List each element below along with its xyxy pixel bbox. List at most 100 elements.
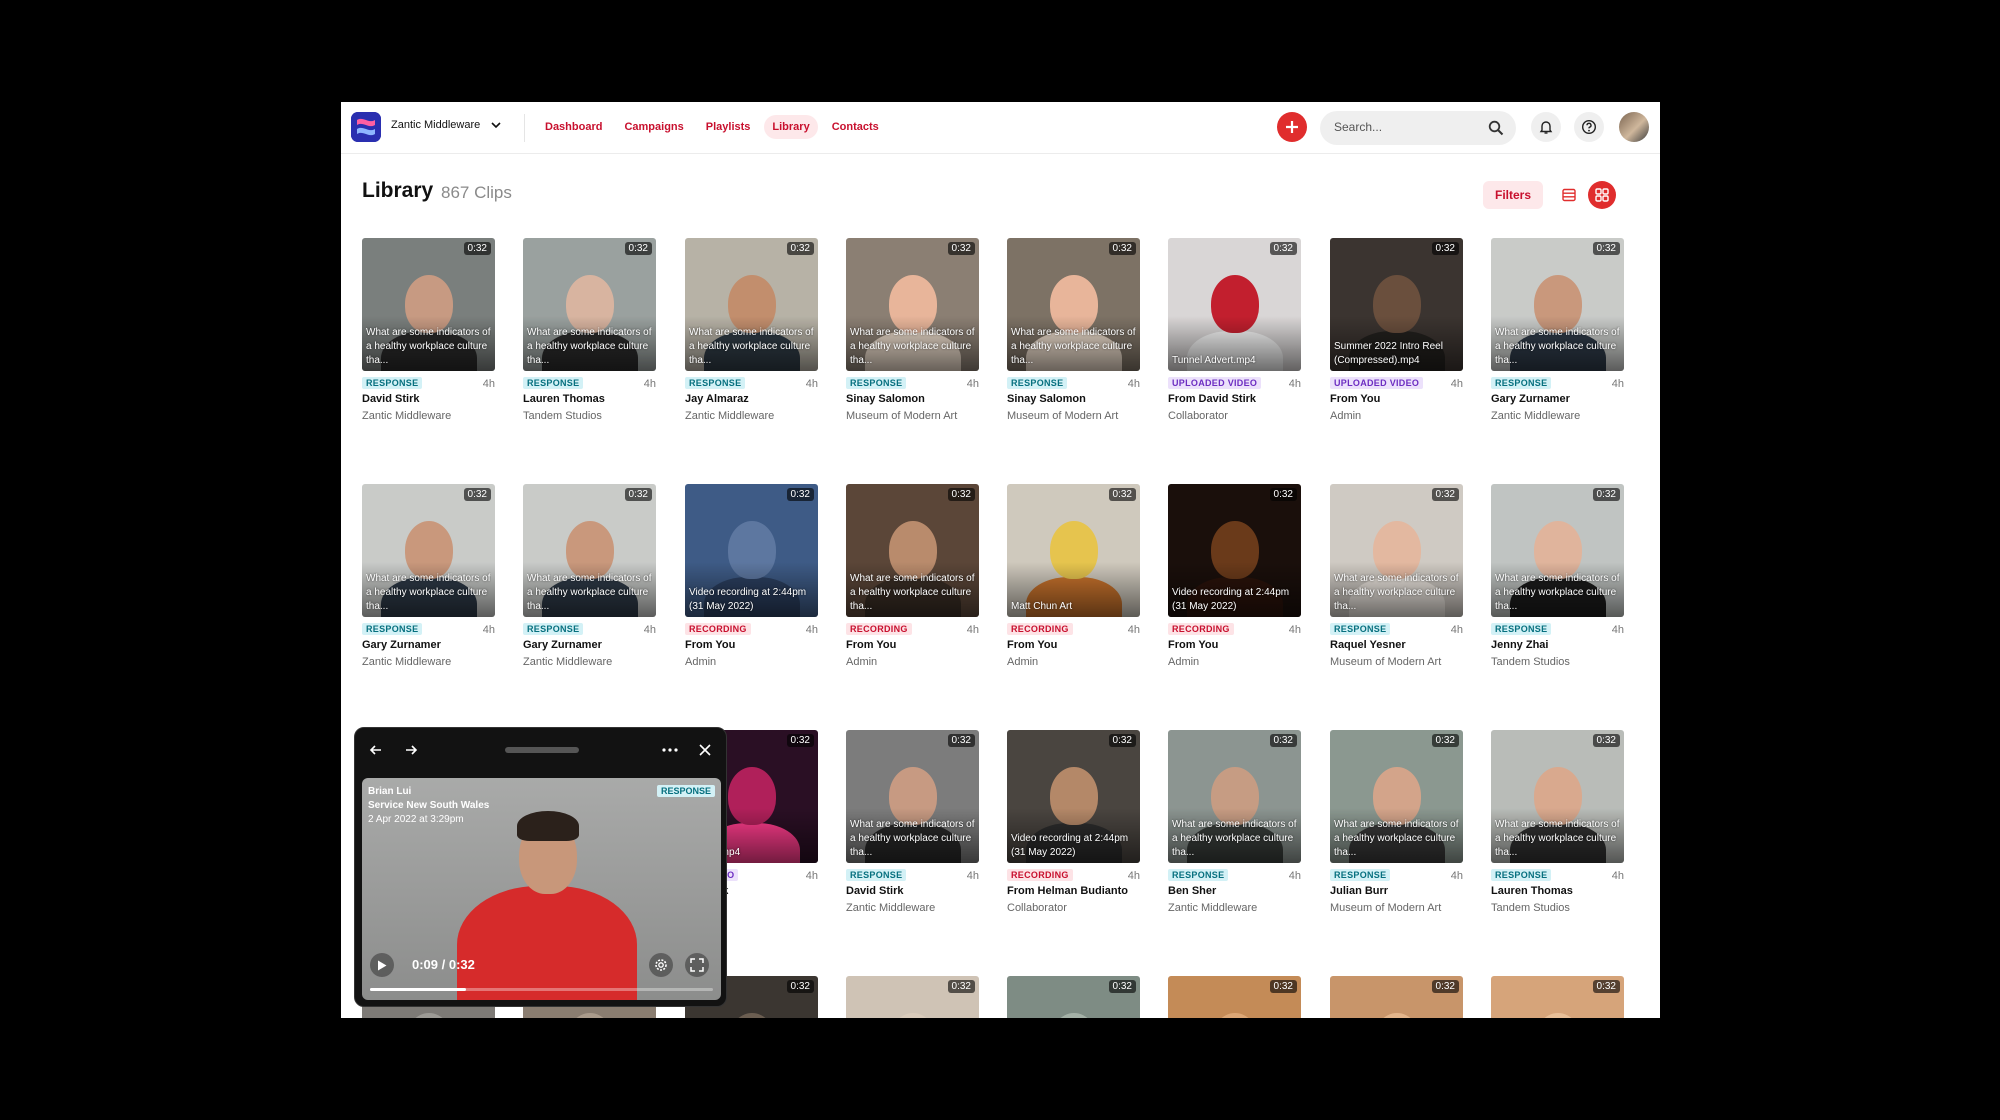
play-button[interactable] [370, 953, 394, 977]
close-player-button[interactable] [694, 739, 716, 761]
clip-card[interactable]: 0:32 Video recording at 2:44pm (31 May 20… [1168, 484, 1301, 674]
clip-thumbnail[interactable]: 0:32 Video recording at 2:44pm (31 May 20… [1168, 484, 1301, 617]
clip-card[interactable]: 0:32 Tunnel Advert.mp4 UPLOADED VIDEO 4h Fro… [1168, 238, 1301, 428]
clip-author[interactable]: From You [685, 639, 735, 651]
previous-button[interactable] [365, 739, 387, 761]
clip-author[interactable]: From David Stirk [1168, 393, 1256, 405]
clip-thumbnail[interactable]: 0:32 What are some indicators of a health… [362, 238, 495, 371]
clip-card[interactable]: 0:32 What are some indicators of a health… [846, 238, 979, 428]
clip-author[interactable]: Jenny Zhai [1491, 639, 1548, 651]
user-avatar[interactable] [1619, 112, 1649, 142]
clip-thumbnail[interactable]: 0:32 What are some indicators of a health… [523, 484, 656, 617]
clip-author[interactable]: From You [1330, 393, 1380, 405]
clip-author[interactable]: Lauren Thomas [523, 393, 605, 405]
more-options-button[interactable] [659, 739, 681, 761]
clip-thumbnail[interactable]: 0:32 What are some indicators of a health… [846, 484, 979, 617]
clip-card[interactable]: 0:32 What are some indicators of a health… [1330, 484, 1463, 674]
clip-card[interactable]: 0:32 What are some indicators of a health… [846, 730, 979, 920]
clip-thumbnail[interactable]: 0:32 [1330, 976, 1463, 1018]
clip-author[interactable]: Ben Sher [1168, 885, 1216, 897]
clip-card[interactable]: 0:32 [1007, 976, 1140, 1018]
clip-thumbnail[interactable]: 0:32 What are some indicators of a health… [1007, 238, 1140, 371]
clip-author[interactable]: Raquel Yesner [1330, 639, 1406, 651]
nav-contacts[interactable]: Contacts [824, 115, 887, 139]
clip-thumbnail[interactable]: 0:32 Video recording at 2:44pm (31 May 20… [1007, 730, 1140, 863]
nav-campaigns[interactable]: Campaigns [616, 115, 691, 139]
clip-author[interactable]: David Stirk [362, 393, 419, 405]
clip-author[interactable]: Sinay Salomon [846, 393, 925, 405]
clip-author[interactable]: Gary Zurnamer [1491, 393, 1570, 405]
clip-author[interactable]: From Helman Budianto [1007, 885, 1128, 897]
search-icon[interactable] [1488, 120, 1504, 136]
progress-track[interactable] [370, 988, 713, 991]
clip-card[interactable]: 0:32 What are some indicators of a health… [362, 484, 495, 674]
clip-card[interactable]: 0:32 Video recording at 2:44pm (31 May 20… [685, 484, 818, 674]
clip-thumbnail[interactable]: 0:32 What are some indicators of a health… [1168, 730, 1301, 863]
clip-card[interactable]: 0:32 What are some indicators of a health… [846, 484, 979, 674]
clip-thumbnail[interactable]: 0:32 What are some indicators of a health… [1491, 730, 1624, 863]
clip-card[interactable]: 0:32 What are some indicators of a health… [1491, 484, 1624, 674]
clip-card[interactable]: 0:32 What are some indicators of a health… [523, 238, 656, 428]
clip-card[interactable]: 0:32 [1168, 976, 1301, 1018]
app-logo[interactable] [351, 112, 381, 142]
clip-thumbnail[interactable]: 0:32 What are some indicators of a health… [1491, 484, 1624, 617]
clip-card[interactable]: 0:32 [1330, 976, 1463, 1018]
clip-thumbnail[interactable]: 0:32 Matt Chun Art [1007, 484, 1140, 617]
clip-thumbnail[interactable]: 0:32 [846, 976, 979, 1018]
settings-button[interactable] [649, 953, 673, 977]
clip-thumbnail[interactable]: 0:32 What are some indicators of a health… [362, 484, 495, 617]
clip-thumbnail[interactable]: 0:32 What are some indicators of a health… [1491, 238, 1624, 371]
clip-author[interactable]: From You [846, 639, 896, 651]
clip-card[interactable]: 0:32 Matt Chun Art RECORDING 4h From You Admi… [1007, 484, 1140, 674]
clip-author[interactable]: Gary Zurnamer [362, 639, 441, 651]
nav-dashboard[interactable]: Dashboard [537, 115, 610, 139]
workspace-switcher[interactable]: Zantic Middleware [391, 119, 502, 131]
clip-author[interactable]: Julian Burr [1330, 885, 1388, 897]
next-button[interactable] [400, 739, 422, 761]
nav-playlists[interactable]: Playlists [698, 115, 759, 139]
clip-thumbnail[interactable]: 0:32 [1491, 976, 1624, 1018]
clip-author[interactable]: Gary Zurnamer [523, 639, 602, 651]
clip-card[interactable]: 0:32 What are some indicators of a health… [685, 238, 818, 428]
clip-card[interactable]: 0:32 What are some indicators of a health… [1330, 730, 1463, 920]
clip-thumbnail[interactable]: 0:32 [1007, 976, 1140, 1018]
clip-thumbnail[interactable]: 0:32 Tunnel Advert.mp4 [1168, 238, 1301, 371]
clip-author[interactable]: David Stirk [846, 885, 903, 897]
video-player[interactable]: Brian Lui Service New South Wales 2 Apr … [362, 778, 721, 1000]
clip-thumbnail[interactable]: 0:32 What are some indicators of a health… [846, 238, 979, 371]
clip-author[interactable]: Lauren Thomas [1491, 885, 1573, 897]
drag-handle[interactable] [505, 747, 579, 753]
clip-author[interactable]: From You [1168, 639, 1218, 651]
notifications-button[interactable] [1531, 112, 1561, 142]
fullscreen-button[interactable] [685, 953, 709, 977]
clip-card[interactable]: 0:32 What are some indicators of a health… [1491, 238, 1624, 428]
search-input[interactable] [1334, 120, 1474, 134]
clip-type-badge: RESPONSE [362, 623, 423, 635]
clip-thumbnail[interactable]: 0:32 [1168, 976, 1301, 1018]
clip-card[interactable]: 0:32 [1491, 976, 1624, 1018]
clip-card[interactable]: 0:32 Summer 2022 Intro Reel (Compressed).… [1330, 238, 1463, 428]
clip-card[interactable]: 0:32 What are some indicators of a health… [362, 238, 495, 428]
clip-thumbnail[interactable]: 0:32 What are some indicators of a health… [846, 730, 979, 863]
clip-thumbnail[interactable]: 0:32 What are some indicators of a health… [1330, 484, 1463, 617]
clip-card[interactable]: 0:32 Video recording at 2:44pm (31 May 20… [1007, 730, 1140, 920]
clip-author[interactable]: Jay Almaraz [685, 393, 749, 405]
list-view-button[interactable] [1555, 181, 1583, 209]
clip-thumbnail[interactable]: 0:32 What are some indicators of a health… [523, 238, 656, 371]
nav-library[interactable]: Library [764, 115, 818, 139]
grid-view-button[interactable] [1588, 181, 1616, 209]
clip-card[interactable]: 0:32 What are some indicators of a health… [1168, 730, 1301, 920]
filters-button[interactable]: Filters [1483, 181, 1543, 209]
clip-thumbnail[interactable]: 0:32 Video recording at 2:44pm (31 May 20… [685, 484, 818, 617]
clip-card[interactable]: 0:32 What are some indicators of a health… [1007, 238, 1140, 428]
clip-card[interactable]: 0:32 [846, 976, 979, 1018]
clip-card[interactable]: 0:32 What are some indicators of a health… [523, 484, 656, 674]
clip-author[interactable]: From You [1007, 639, 1057, 651]
add-button[interactable] [1277, 112, 1307, 142]
clip-thumbnail[interactable]: 0:32 What are some indicators of a health… [1330, 730, 1463, 863]
clip-card[interactable]: 0:32 What are some indicators of a health… [1491, 730, 1624, 920]
clip-thumbnail[interactable]: 0:32 What are some indicators of a health… [685, 238, 818, 371]
clip-author[interactable]: Sinay Salomon [1007, 393, 1086, 405]
help-button[interactable] [1574, 112, 1604, 142]
clip-thumbnail[interactable]: 0:32 Summer 2022 Intro Reel (Compressed).… [1330, 238, 1463, 371]
